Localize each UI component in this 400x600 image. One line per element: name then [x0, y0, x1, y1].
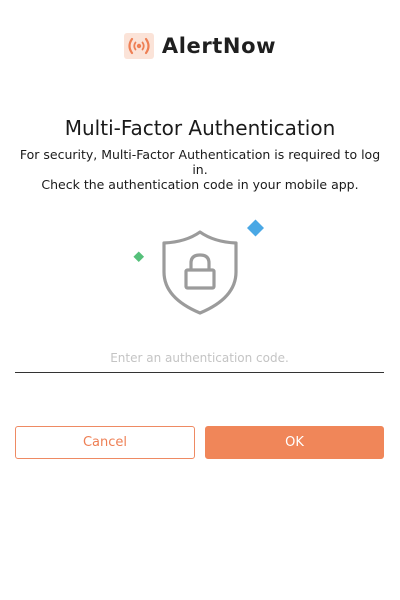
green-diamond-decoration [133, 251, 145, 263]
shield-lock-icon [162, 230, 238, 315]
description-line-security: For security, Multi-Factor Authenticatio… [19, 147, 381, 177]
ok-button[interactable]: OK [205, 426, 384, 459]
ok-button-label: OK [285, 435, 304, 450]
description: For security, Multi-Factor Authenticatio… [14, 147, 386, 192]
brand-name: AlertNow [161, 34, 277, 58]
cancel-button-label: Cancel [82, 435, 128, 450]
shield-lock-illustration [133, 219, 264, 315]
authentication-code-input[interactable] [15, 343, 384, 373]
blue-diamond-decoration [247, 219, 264, 237]
cancel-button[interactable]: Cancel [15, 426, 195, 459]
description-line-check-app: Check the authentication code in your mo… [41, 177, 359, 192]
radio-wave-icon [123, 33, 154, 59]
brand-header: AlertNow [0, 33, 400, 59]
page-title: Multi-Factor Authentication [64, 116, 336, 140]
